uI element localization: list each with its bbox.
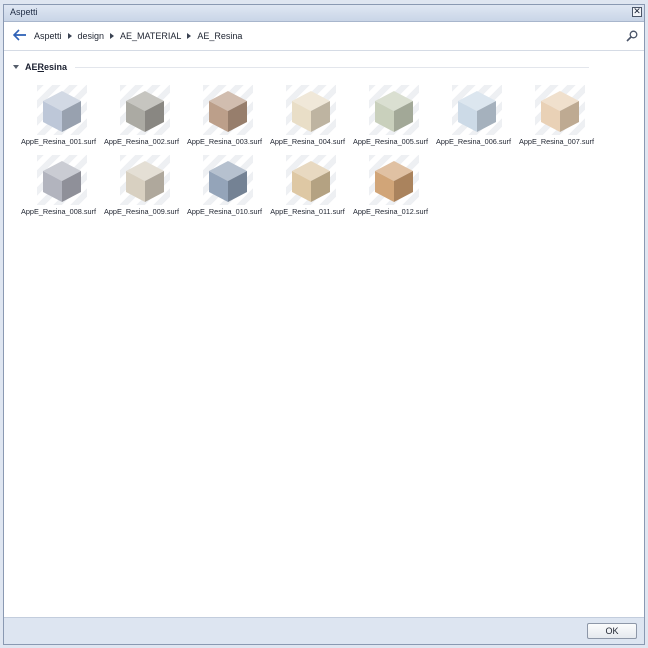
material-cube-icon xyxy=(126,161,164,202)
material-label: AppE_Resina_004.surf xyxy=(269,137,346,146)
group-title: AEResina xyxy=(25,62,68,72)
material-item[interactable]: AppE_Resina_003.surf xyxy=(183,83,266,153)
material-item[interactable]: AppE_Resina_005.surf xyxy=(349,83,432,153)
breadcrumb-item-design[interactable]: design xyxy=(78,31,105,41)
material-cube-icon xyxy=(375,91,413,132)
material-thumbnail xyxy=(120,85,170,135)
material-cube-icon xyxy=(541,91,579,132)
thumbnail-grid: AppE_Resina_001.surf AppE_Resina_002.surf… xyxy=(17,83,598,223)
material-label: AppE_Resina_003.surf xyxy=(186,137,263,146)
material-label: AppE_Resina_011.surf xyxy=(270,207,345,216)
dialog-footer: OK xyxy=(4,617,644,644)
material-cube-icon xyxy=(43,91,81,132)
material-cube-icon xyxy=(458,91,496,132)
material-item[interactable]: AppE_Resina_004.surf xyxy=(266,83,349,153)
search-icon[interactable] xyxy=(626,30,638,42)
material-item[interactable]: AppE_Resina_010.surf xyxy=(183,153,266,223)
material-thumbnail xyxy=(369,155,419,205)
material-browser: AEResina AppE_Resina_001.surf AppE_Resina… xyxy=(4,51,644,617)
group-divider xyxy=(75,66,589,68)
material-cube-icon xyxy=(209,91,247,132)
breadcrumb-separator-icon[interactable] xyxy=(187,33,192,39)
material-item[interactable]: AppE_Resina_012.surf xyxy=(349,153,432,223)
breadcrumb-item-ae-material[interactable]: AE_MATERIAL xyxy=(120,31,181,41)
back-arrow-icon[interactable] xyxy=(13,29,27,41)
material-item[interactable]: AppE_Resina_001.surf xyxy=(17,83,100,153)
material-label: AppE_Resina_005.surf xyxy=(352,137,429,146)
material-thumbnail xyxy=(203,155,253,205)
material-label: AppE_Resina_008.surf xyxy=(20,207,97,216)
ok-button[interactable]: OK xyxy=(587,623,637,639)
material-thumbnail xyxy=(286,85,336,135)
breadcrumb-item-aspetti[interactable]: Aspetti xyxy=(34,31,62,41)
material-label: AppE_Resina_006.surf xyxy=(435,137,512,146)
group-header: AEResina xyxy=(13,62,589,72)
material-cube-icon xyxy=(126,91,164,132)
material-cube-icon xyxy=(292,161,330,202)
material-thumbnail xyxy=(37,85,87,135)
title-bar[interactable]: Aspetti ✕ xyxy=(4,5,644,22)
material-thumbnail xyxy=(369,85,419,135)
material-cube-icon xyxy=(375,161,413,202)
close-icon[interactable]: ✕ xyxy=(632,7,642,17)
collapse-arrow-icon[interactable] xyxy=(13,65,19,69)
material-cube-icon xyxy=(209,161,247,202)
material-label: AppE_Resina_012.surf xyxy=(352,207,429,216)
material-label: AppE_Resina_010.surf xyxy=(186,207,263,216)
material-cube-icon xyxy=(292,91,330,132)
material-cube-icon xyxy=(43,161,81,202)
material-label: AppE_Resina_009.surf xyxy=(103,207,180,216)
aspetti-dialog: Aspetti ✕ Aspetti design AE_MATERIAL AE_… xyxy=(3,4,645,645)
breadcrumb-separator-icon[interactable] xyxy=(67,33,72,39)
material-thumbnail xyxy=(37,155,87,205)
breadcrumb-item-ae-resina[interactable]: AE_Resina xyxy=(197,31,242,41)
material-label: AppE_Resina_002.surf xyxy=(103,137,180,146)
material-item[interactable]: AppE_Resina_007.surf xyxy=(515,83,598,153)
material-label: AppE_Resina_001.surf xyxy=(20,137,97,146)
material-item[interactable]: AppE_Resina_009.surf xyxy=(100,153,183,223)
window-title: Aspetti xyxy=(10,7,38,17)
material-thumbnail xyxy=(452,85,502,135)
material-item[interactable]: AppE_Resina_011.surf xyxy=(266,153,349,223)
material-thumbnail xyxy=(203,85,253,135)
breadcrumb-separator-icon[interactable] xyxy=(110,33,115,39)
toolbar: Aspetti design AE_MATERIAL AE_Resina xyxy=(4,22,644,51)
material-item[interactable]: AppE_Resina_002.surf xyxy=(100,83,183,153)
material-item[interactable]: AppE_Resina_008.surf xyxy=(17,153,100,223)
material-thumbnail xyxy=(535,85,585,135)
material-label: AppE_Resina_007.surf xyxy=(518,137,595,146)
material-item[interactable]: AppE_Resina_006.surf xyxy=(432,83,515,153)
material-thumbnail xyxy=(286,155,336,205)
material-thumbnail xyxy=(120,155,170,205)
breadcrumb: Aspetti design AE_MATERIAL AE_Resina xyxy=(34,31,242,41)
